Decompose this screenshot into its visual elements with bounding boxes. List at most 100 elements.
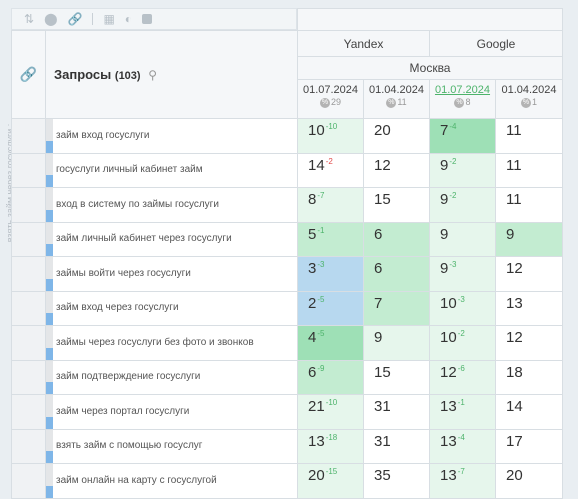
position-value: 12: [506, 329, 523, 346]
queries-count: (103): [114, 70, 141, 82]
position-cell: 9: [429, 221, 496, 257]
position-cell: 15: [363, 359, 430, 395]
position-value: 10: [440, 294, 457, 312]
table-row: займ онлайн на карту с госуслугой 20-15 35…: [11, 463, 563, 499]
query-text: взять займ с помощью госуслуг: [56, 440, 203, 452]
query-cell[interactable]: займы через госуслуги без фото и звонков: [45, 325, 298, 361]
row-checkbox[interactable]: [11, 463, 46, 499]
position-delta: -4: [449, 122, 457, 131]
position-delta: -3: [457, 294, 465, 304]
row-checkbox[interactable]: [11, 394, 46, 430]
position-value: 9: [506, 225, 515, 243]
calculator-icon[interactable]: ▦: [103, 13, 114, 25]
query-cell[interactable]: займ вход госуслуги: [45, 118, 298, 154]
row-checkbox[interactable]: [11, 187, 46, 223]
engine-google[interactable]: Google: [429, 30, 563, 57]
date-label: 01.07.2024: [302, 84, 359, 96]
percent-badge-icon: %: [520, 97, 531, 108]
query-cell[interactable]: госуслуги личный кабинет займ: [45, 152, 298, 188]
query-cell[interactable]: займ вход через госуслуги: [45, 290, 298, 326]
position-value: 2: [308, 294, 317, 312]
position-value: 8: [308, 191, 317, 208]
table-row: займ подтверждение госуслуги 6-9 15 12-6 18: [11, 359, 563, 395]
row-checkbox[interactable]: [11, 325, 46, 361]
position-value: 9: [440, 260, 449, 277]
link-icon[interactable]: 🔗: [11, 30, 46, 119]
position-cell: 9-2: [429, 187, 496, 223]
query-cell[interactable]: взять займ с помощью госуслуг: [45, 428, 298, 464]
date-column-header[interactable]: 01.07.2024% 29: [297, 79, 364, 119]
date-label: 01.07.2024: [434, 84, 491, 96]
table-row: займ через портал госуслуги 21-10 31 13-1 14: [11, 394, 563, 430]
position-value: 12: [374, 156, 391, 174]
frequency-bar: [46, 257, 53, 291]
position-value: 31: [374, 398, 391, 415]
position-value: 12: [506, 260, 523, 277]
row-checkbox[interactable]: [11, 221, 46, 257]
table-row: займ вход госуслуги 10-10 20 7-4 11: [11, 118, 563, 154]
position-delta: -1: [317, 225, 325, 235]
position-value: 9: [440, 156, 449, 174]
row-checkbox[interactable]: [11, 359, 46, 395]
position-cell: 13-1: [429, 394, 496, 430]
query-cell[interactable]: займ онлайн на карту с госуслугой: [45, 463, 298, 499]
engine-yandex[interactable]: Yandex: [297, 30, 430, 57]
table-row: займ вход через госуслуги 2-5 7 10-3 13: [11, 290, 563, 326]
position-cell: 11: [495, 187, 563, 223]
position-value: 20: [374, 122, 391, 139]
position-delta: -1: [457, 398, 465, 407]
queries-header[interactable]: Запросы (103) ⚲: [45, 30, 298, 119]
toggle-icon[interactable]: ⬤: [44, 13, 57, 25]
position-delta: -5: [317, 294, 325, 304]
query-text: займ вход госуслуги: [56, 129, 150, 141]
position-cell: 11: [495, 118, 563, 154]
position-value: 18: [506, 363, 523, 381]
date-count-value: 11: [397, 97, 407, 107]
table-row: займы через госуслуги без фото и звонков…: [11, 325, 563, 361]
row-checkbox[interactable]: [11, 256, 46, 292]
position-cell: 18: [495, 359, 563, 395]
query-cell[interactable]: займ подтверждение госуслуги: [45, 359, 298, 395]
frequency-bar: [46, 222, 53, 256]
row-checkbox[interactable]: [11, 118, 46, 154]
position-delta: -2: [457, 329, 465, 338]
position-cell: 6: [363, 256, 430, 292]
position-cell: 12: [495, 325, 563, 361]
query-cell[interactable]: вход в систему по займы госуслуги: [45, 187, 298, 223]
contrast-icon[interactable]: ◐: [125, 13, 132, 25]
position-cell: 7: [363, 290, 430, 326]
frequency-bar: [46, 326, 53, 360]
search-icon[interactable]: ⚲: [148, 68, 157, 82]
date-column-header[interactable]: 01.07.2024% 8: [429, 79, 496, 119]
date-count-value: 1: [531, 97, 537, 107]
date-column-header[interactable]: 01.04.2024% 11: [363, 79, 430, 119]
position-value: 20: [308, 467, 325, 484]
query-cell[interactable]: займ личный кабинет через госуслуги: [45, 221, 298, 257]
position-delta: -10: [325, 398, 338, 407]
position-cell: 21-10: [297, 394, 364, 430]
position-cell: 14: [495, 394, 563, 430]
position-cell: 31: [363, 394, 430, 430]
row-checkbox[interactable]: [11, 428, 46, 464]
sort-icon[interactable]: ⇅: [24, 13, 34, 25]
position-delta: -7: [317, 191, 325, 200]
link-chain-icon[interactable]: 🔗: [68, 13, 83, 25]
position-value: 11: [506, 156, 522, 174]
header-top-blank: [297, 8, 563, 31]
row-checkbox[interactable]: [11, 152, 46, 188]
date-column-header[interactable]: 01.04.2024% 1: [495, 79, 563, 119]
position-value: 10: [308, 122, 325, 139]
position-delta: -9: [317, 363, 325, 373]
frequency-bar: [46, 119, 53, 153]
position-delta: -15: [325, 467, 338, 476]
position-cell: 9: [363, 325, 430, 361]
query-cell[interactable]: займ через портал госуслуги: [45, 394, 298, 430]
frequency-bar: [46, 188, 53, 222]
position-cell: 12: [495, 256, 563, 292]
font-icon[interactable]: [142, 14, 153, 24]
row-checkbox[interactable]: [11, 290, 46, 326]
position-value: 4: [308, 329, 317, 346]
position-cell: 13: [495, 290, 563, 326]
frequency-bar: [46, 429, 53, 463]
query-cell[interactable]: займы войти через госуслуги: [45, 256, 298, 292]
